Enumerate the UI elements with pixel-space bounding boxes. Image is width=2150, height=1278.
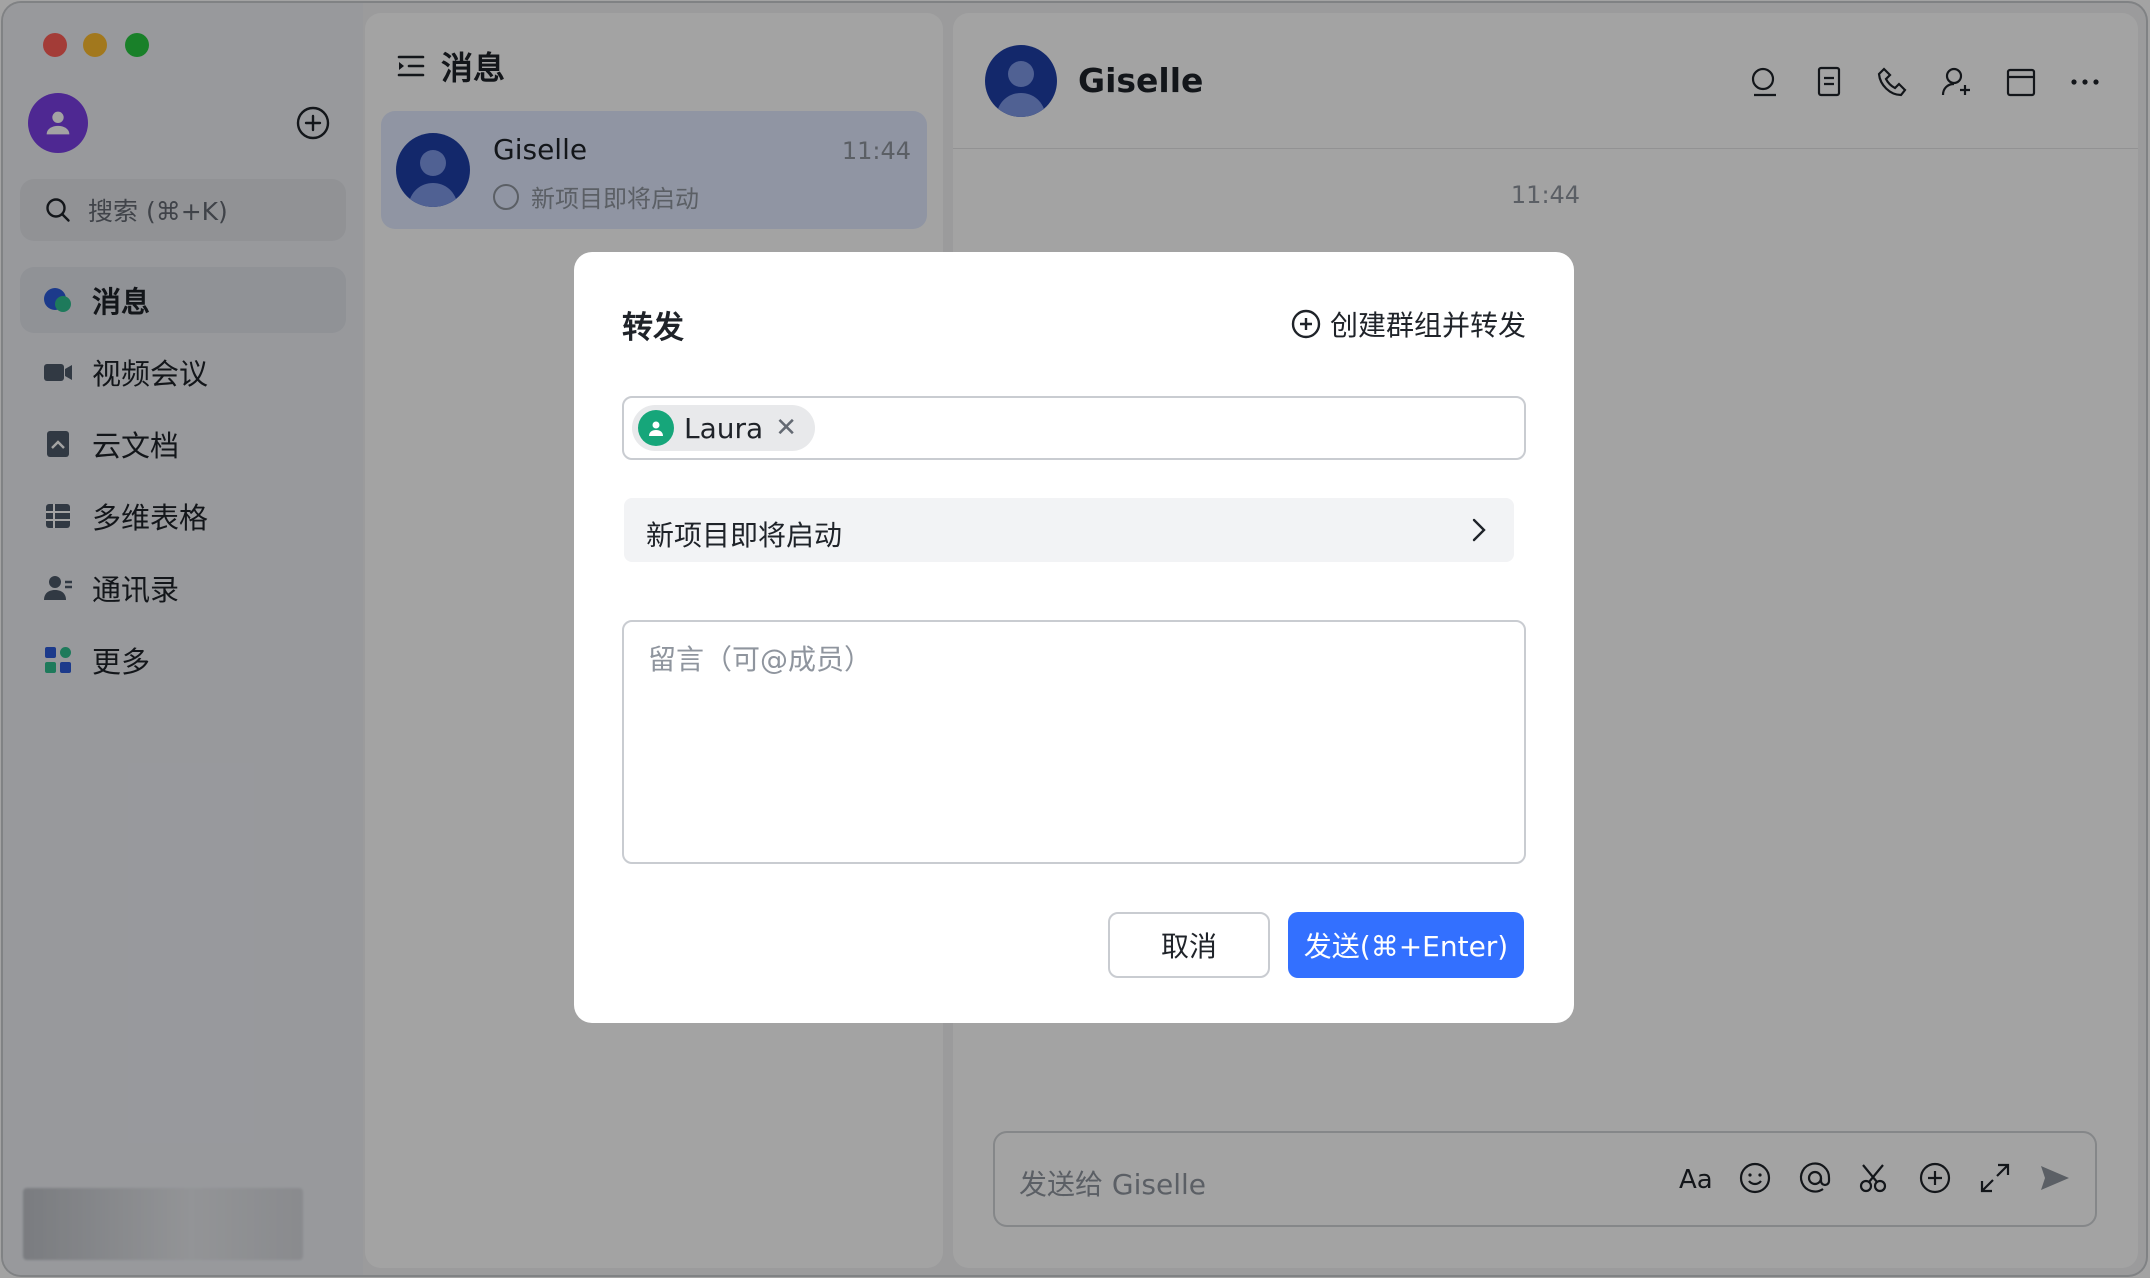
recipient-field[interactable]: Laura ✕ <box>622 396 1526 460</box>
person-icon <box>649 421 663 436</box>
remove-recipient-icon[interactable]: ✕ <box>775 413 797 443</box>
forward-dialog: 转发 创建群组并转发 Laura ✕ 新项目即将启动 留言（可@成员） 取消 发… <box>574 252 1574 1023</box>
create-group-forward-button[interactable]: 创建群组并转发 <box>1290 304 1526 344</box>
chevron-right-icon <box>1472 518 1486 542</box>
forward-content-text: 新项目即将启动 <box>646 519 843 552</box>
recipient-name: Laura <box>684 411 764 445</box>
add-circle-icon <box>1291 309 1321 339</box>
create-group-label: 创建群组并转发 <box>1329 309 1526 342</box>
dialog-title: 转发 <box>622 310 684 346</box>
forward-content-card[interactable]: 新项目即将启动 <box>624 498 1514 562</box>
avatar <box>638 410 674 446</box>
cancel-button[interactable]: 取消 <box>1108 912 1270 978</box>
recipient-chip: Laura ✕ <box>632 405 815 451</box>
note-placeholder: 留言（可@成员） <box>648 643 873 676</box>
note-input[interactable]: 留言（可@成员） <box>622 620 1526 864</box>
send-button[interactable]: 发送(⌘+Enter) <box>1288 912 1524 978</box>
